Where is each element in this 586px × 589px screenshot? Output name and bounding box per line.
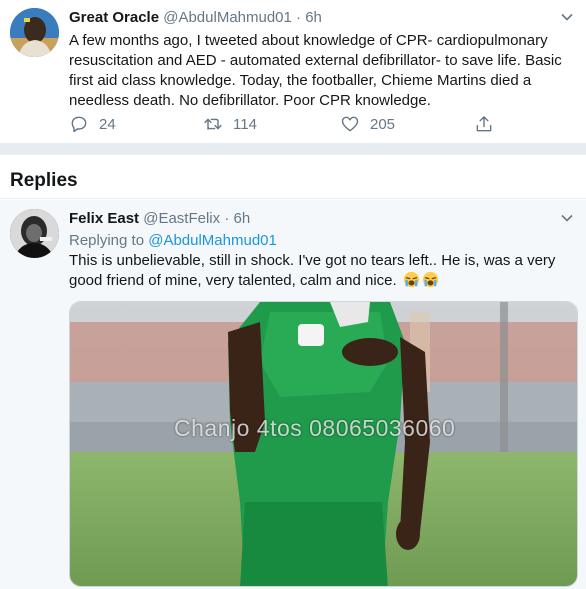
- retweet-action[interactable]: 114: [203, 114, 257, 134]
- replies-title: Replies: [10, 170, 78, 191]
- reply-header: Felix East @EastFelix · 6h: [69, 210, 250, 228]
- like-icon: [341, 116, 359, 132]
- avatar[interactable]: [10, 8, 59, 57]
- share-icon: [476, 116, 492, 132]
- reply-action[interactable]: 24: [69, 114, 116, 134]
- reply-icon: [71, 116, 87, 133]
- replying-prefix: Replying to: [69, 232, 145, 249]
- replying-to: Replying to @AbdulMahmud01: [69, 231, 277, 251]
- main-tweet[interactable]: Great Oracle @AbdulMahmud01 · 6h A few m…: [0, 0, 586, 143]
- chevron-down-icon[interactable]: [560, 10, 574, 24]
- retweet-count: 114: [233, 115, 257, 133]
- author-handle[interactable]: @AbdulMahmud01: [163, 9, 292, 26]
- tweet-timestamp[interactable]: 6h: [305, 9, 322, 26]
- author-handle[interactable]: @EastFelix: [143, 210, 220, 227]
- replies-header: Replies: [0, 155, 586, 199]
- crying-face-emoji: [403, 271, 420, 288]
- avatar[interactable]: [10, 209, 59, 258]
- share-action[interactable]: [474, 114, 504, 134]
- author-name[interactable]: Felix East: [69, 210, 139, 227]
- avatar-image: [10, 8, 59, 57]
- attached-photo[interactable]: Chanjo 4tos 08065036060: [69, 301, 578, 587]
- replying-mention-link[interactable]: @AbdulMahmud01: [148, 232, 277, 249]
- author-name[interactable]: Great Oracle: [69, 9, 159, 26]
- separator-dot: ·: [296, 9, 302, 26]
- tweet-actions: 24 114 205: [69, 114, 499, 136]
- photo-watermark: Chanjo 4tos 08065036060: [174, 415, 456, 441]
- section-divider: [0, 143, 586, 155]
- photo-image: [70, 302, 577, 586]
- crying-face-emoji: [422, 271, 439, 288]
- tweet-text: A few months ago, I tweeted about knowle…: [69, 32, 562, 109]
- tweet-header: Great Oracle @AbdulMahmud01 · 6h: [69, 9, 322, 27]
- reply-count: 24: [99, 115, 116, 133]
- avatar-image: [10, 209, 59, 258]
- reply-tweet[interactable]: Felix East @EastFelix · 6h Replying to @…: [0, 200, 586, 589]
- chevron-down-icon[interactable]: [560, 211, 574, 225]
- like-count: 205: [370, 115, 396, 133]
- separator-dot: ·: [224, 210, 230, 227]
- retweet-icon: [204, 118, 222, 130]
- like-action[interactable]: 205: [340, 114, 395, 134]
- reply-timestamp[interactable]: 6h: [233, 210, 250, 227]
- reply-text: This is unbelievable, still in shock. I'…: [69, 252, 556, 289]
- reply-text-block: This is unbelievable, still in shock. I'…: [69, 251, 574, 291]
